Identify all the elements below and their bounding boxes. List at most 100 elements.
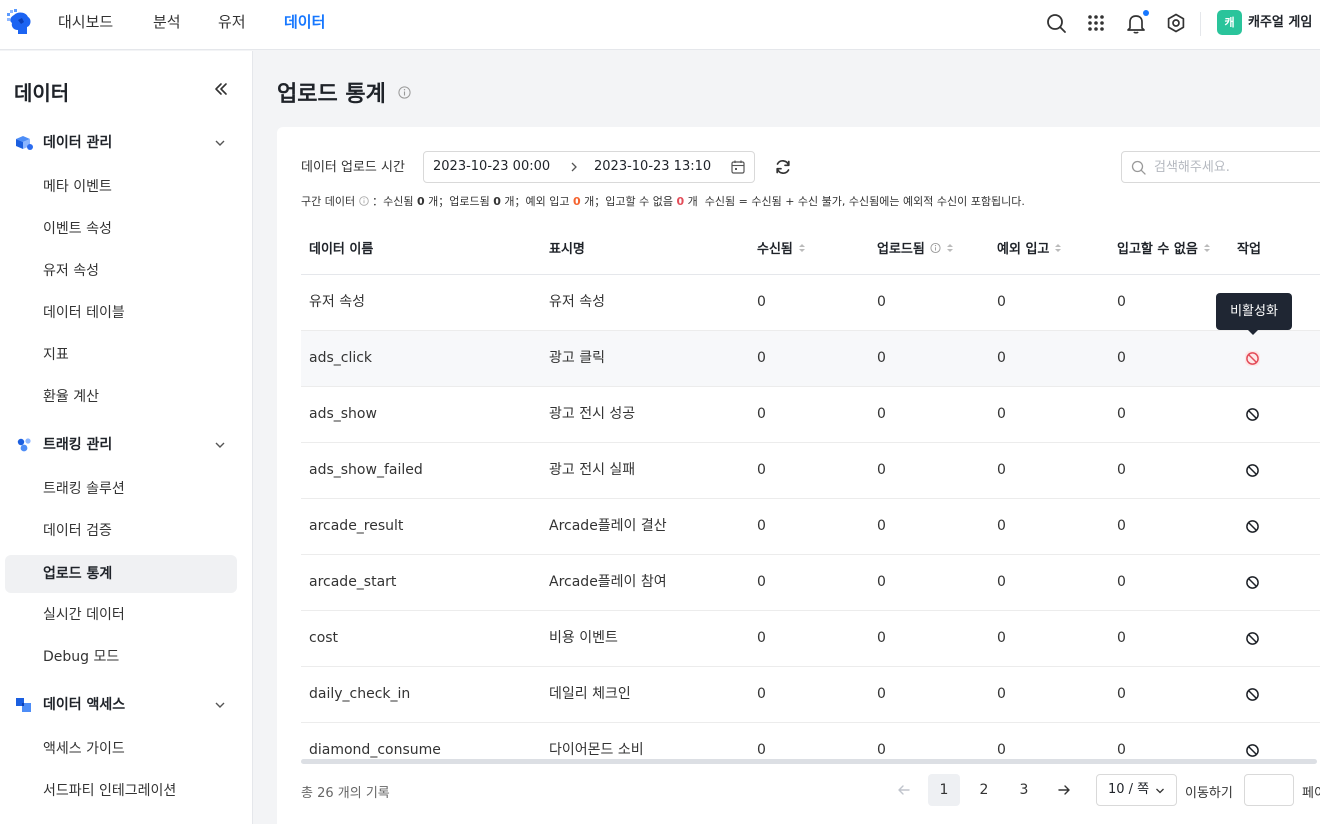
page-button-2[interactable]: 2 [968,774,1000,806]
tab-users[interactable]: 유저 [218,0,246,50]
table-row[interactable]: 유저 속성 유저 속성 0 0 0 0 [301,275,1320,331]
settings-icon[interactable] [1165,12,1187,34]
collapse-sidebar-icon[interactable] [213,81,229,97]
sidebar: 데이터 데이터 관리 메타 이벤트 이벤트 속성 유저 속성 데이터 테이블 지… [0,51,253,824]
apps-grid-icon[interactable] [1085,12,1107,34]
cell-uploaded: 0 [877,294,886,310]
horizontal-scrollbar[interactable] [301,759,1317,764]
game-name[interactable]: 캐주얼 게임 [1248,0,1312,46]
column-header-failed[interactable]: 입고할 수 없음 [1117,226,1211,274]
chevron-down-icon [1156,788,1164,794]
sidebar-group-tracking-management[interactable]: 트래킹 관리 [0,427,253,463]
cell-received: 0 [757,462,766,478]
table-row[interactable]: cost 비용 이벤트 0 0 0 0 [301,611,1320,667]
chevron-down-icon[interactable] [214,439,226,451]
search-input[interactable] [1154,152,1320,182]
summary-failed-label: 입고할 수 없음 [605,195,674,208]
sidebar-item-access-guide[interactable]: 액세스 가이드 [43,731,125,767]
page-title: 업로드 통계 [277,82,386,107]
table-row[interactable]: diamond_consume 다이어몬드 소비 0 0 0 0 [301,723,1320,759]
sidebar-item-tracking-solution[interactable]: 트래킹 솔루션 [43,471,125,507]
cell-received: 0 [757,406,766,422]
tab-data[interactable]: 데이터 [284,0,325,50]
summary-unexpected-count: 0 [573,195,581,208]
table-row[interactable]: ads_click 광고 클릭 0 0 0 0 [301,331,1320,387]
date-range-picker[interactable]: 2023-10-23 00:00 2023-10-23 13:10 [423,151,755,183]
search-box[interactable] [1121,151,1320,183]
sidebar-item-upload-stats[interactable]: 업로드 통계 [43,556,112,592]
cell-uploaded: 0 [877,686,886,702]
sidebar-title: 데이터 [14,81,70,105]
disable-icon[interactable] [1245,743,1260,758]
sidebar-active-highlight [5,555,237,593]
page-button-3[interactable]: 3 [1008,774,1040,806]
start-date[interactable]: 2023-10-23 00:00 [433,152,550,182]
disable-icon[interactable] [1245,687,1260,702]
info-icon[interactable] [398,86,411,99]
sort-icon[interactable] [946,242,954,254]
disable-icon[interactable] [1245,351,1260,366]
chevron-down-icon[interactable] [214,699,226,711]
data-access-icon [16,698,31,712]
sort-icon[interactable] [1203,242,1211,254]
sidebar-item-exchange-rate[interactable]: 환율 계산 [43,379,99,415]
table-row[interactable]: daily_check_in 데일리 체크인 0 0 0 0 [301,667,1320,723]
table-row[interactable]: ads_show_failed 광고 전시 실패 0 0 0 0 [301,443,1320,499]
next-page-button[interactable] [1048,774,1080,806]
sidebar-item-debug-mode[interactable]: Debug 모드 [43,639,119,675]
disable-icon[interactable] [1245,575,1260,590]
sidebar-group-data-management[interactable]: 데이터 관리 [0,125,253,161]
sidebar-item-event-properties[interactable]: 이벤트 속성 [43,211,112,247]
page-size-select[interactable]: 10 / 쪽 [1096,774,1177,806]
summary-unexpected-label: 예외 입고 [525,195,570,208]
info-icon[interactable] [930,242,941,254]
sidebar-item-meta-events[interactable]: 메타 이벤트 [43,169,112,205]
cell-unexpected: 0 [997,462,1006,478]
cell-display-name: 비용 이벤트 [549,630,618,646]
summary-received-count: 0 [416,195,425,208]
jump-page-input[interactable] [1244,774,1294,806]
game-avatar[interactable]: 캐 [1217,10,1242,35]
disable-icon[interactable] [1245,463,1260,478]
column-header-uploaded[interactable]: 업로드됨 [877,226,954,274]
sidebar-item-realtime-data[interactable]: 실시간 데이터 [43,597,125,633]
column-header-received[interactable]: 수신됨 [757,226,806,274]
summary-uploaded-label: 업로드됨 [449,195,490,208]
chevron-down-icon[interactable] [214,137,226,149]
sidebar-group-label: 데이터 관리 [43,135,113,151]
sidebar-item-user-properties[interactable]: 유저 속성 [43,253,99,289]
page-button-1[interactable]: 1 [928,774,960,806]
tab-dashboard[interactable]: 대시보드 [58,0,113,50]
cell-data-name: ads_click [309,350,373,366]
jump-label: 이동하기 [1185,786,1233,801]
prev-page-button[interactable] [888,774,920,806]
table-row[interactable]: ads_show 광고 전시 성공 0 0 0 0 [301,387,1320,443]
column-header-actions: 작업 [1237,242,1261,257]
cell-failed: 0 [1117,462,1126,478]
calendar-icon[interactable] [730,159,746,175]
sidebar-item-third-party-integration[interactable]: 서드파티 인테그레이션 [43,773,176,809]
search-icon [1131,160,1146,175]
sort-icon[interactable] [798,242,806,254]
tab-analysis[interactable]: 분석 [153,0,181,50]
sidebar-item-data-tables[interactable]: 데이터 테이블 [43,295,125,331]
total-records: 총 26 개의 기록 [301,786,390,801]
end-date[interactable]: 2023-10-23 13:10 [594,152,711,182]
refresh-icon[interactable] [774,158,792,176]
disable-icon[interactable] [1245,519,1260,534]
search-icon[interactable] [1045,12,1067,34]
table-row[interactable]: arcade_result Arcade플레이 결산 0 0 0 0 [301,499,1320,555]
sidebar-item-data-validation[interactable]: 데이터 검증 [43,513,112,549]
info-icon[interactable] [358,196,369,206]
cell-display-name: 광고 전시 성공 [549,406,636,422]
cell-uploaded: 0 [877,518,886,534]
table-row[interactable]: arcade_start Arcade플레이 참여 0 0 0 0 [301,555,1320,611]
sidebar-item-metrics[interactable]: 지표 [43,337,69,373]
brain-logo-icon[interactable] [6,9,32,37]
sidebar-group-data-access[interactable]: 데이터 액세스 [0,687,253,723]
summary-note: 수신됨 = 수신됨 + 수신 불가, 수신됨에는 예외적 수신이 포함됩니다. [704,195,1025,208]
sort-icon[interactable] [1054,242,1062,254]
disable-icon[interactable] [1245,407,1260,422]
column-header-unexpected[interactable]: 예외 입고 [997,226,1062,274]
disable-icon[interactable] [1245,631,1260,646]
